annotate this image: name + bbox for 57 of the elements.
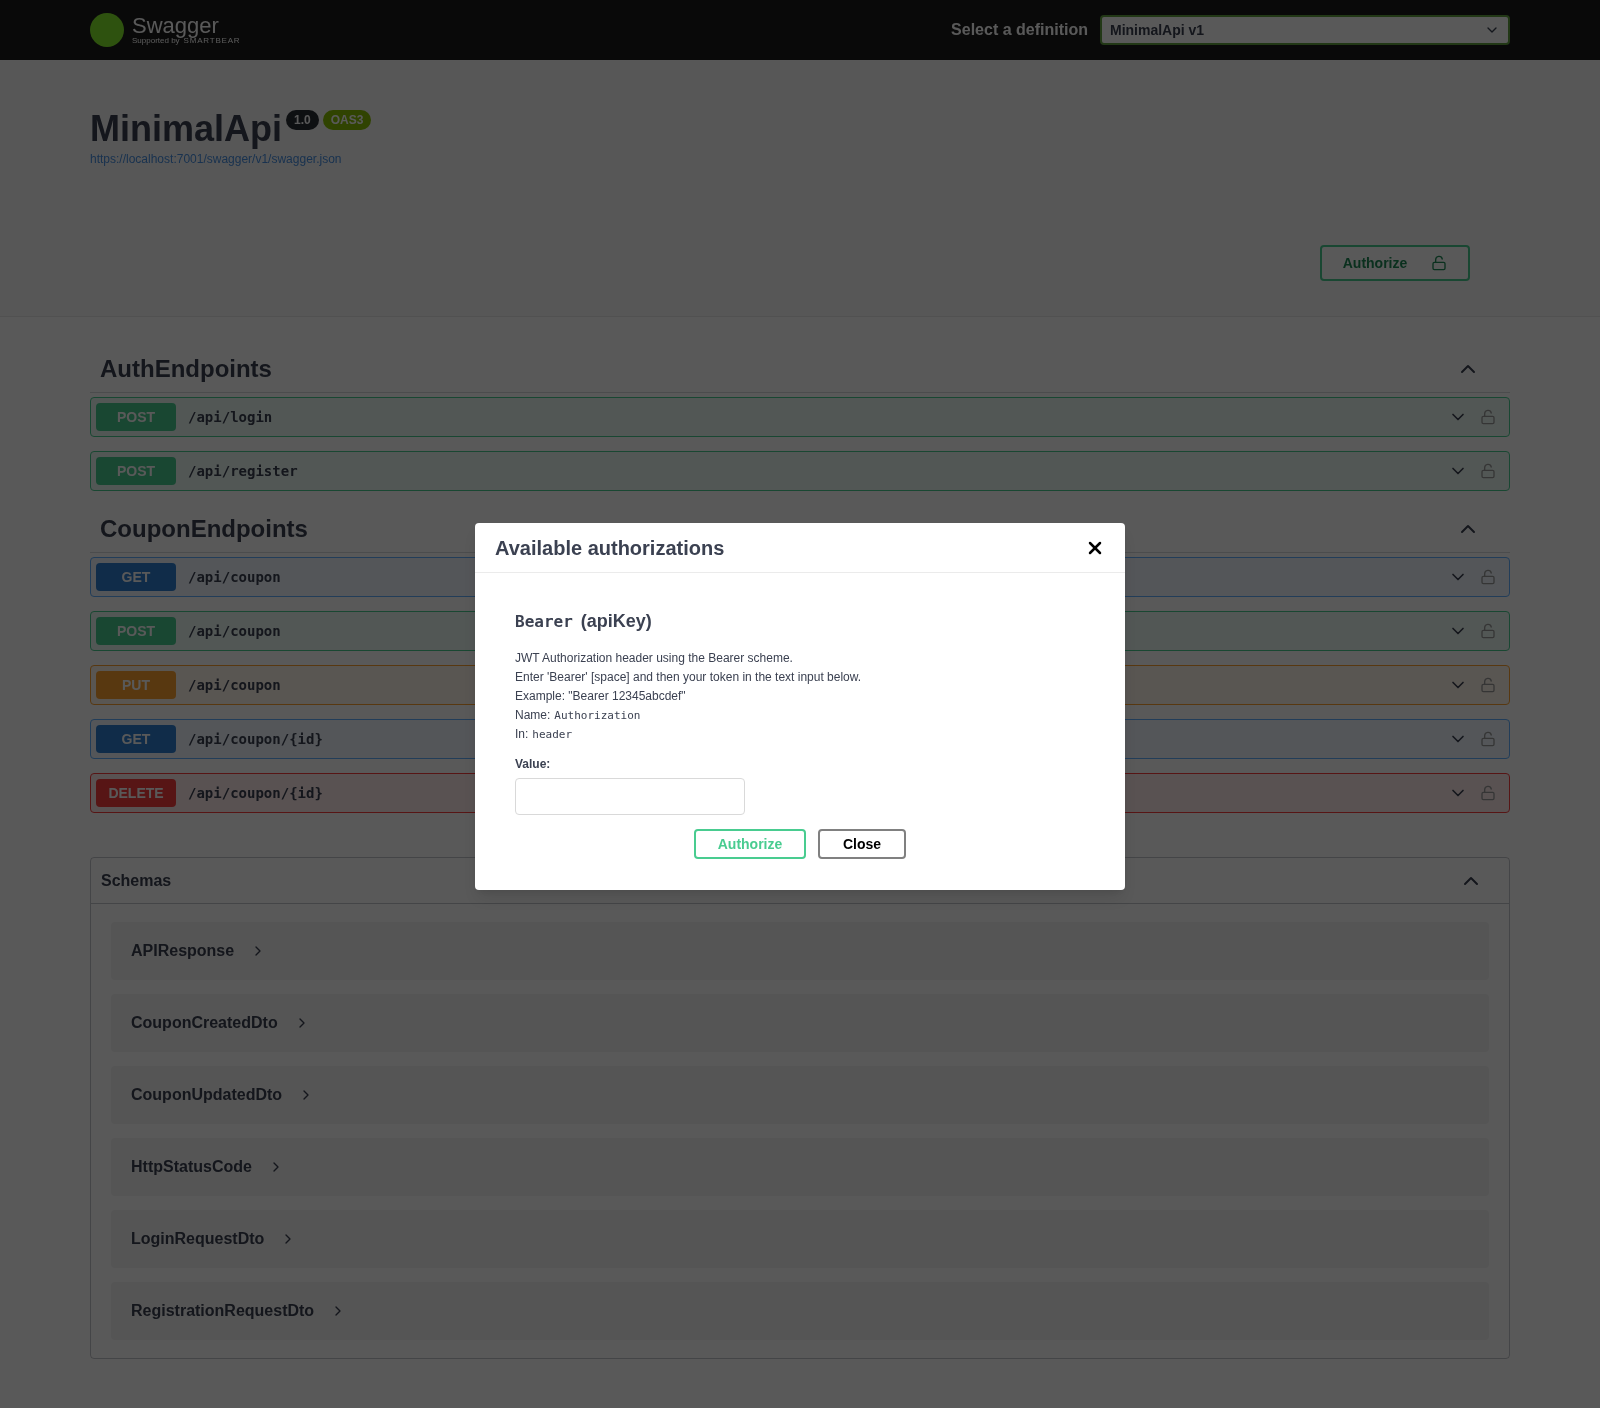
unlocked-icon [1431, 255, 1448, 271]
section-title: AuthEndpoints [100, 353, 272, 384]
method-badge: GET [96, 725, 176, 753]
method-badge: PUT [96, 671, 176, 699]
version-badge: 1.0 [286, 110, 319, 130]
unlocked-icon[interactable] [1480, 409, 1496, 425]
definition-label: Select a definition [951, 20, 1088, 40]
endpoint-path: /api/coupon [188, 621, 281, 641]
definition-select[interactable]: MinimalApi v1 [1100, 15, 1510, 45]
scheme-type: (apiKey) [580, 610, 652, 633]
endpoint-path: /api/coupon/{id} [188, 729, 323, 749]
dialog-authorize-button[interactable]: Authorize [694, 829, 806, 859]
logo-icon [90, 13, 124, 47]
section-header[interactable]: AuthEndpoints [90, 345, 1510, 393]
name-label: Name: [515, 707, 551, 724]
schemas-title: Schemas [101, 870, 172, 891]
schema-name: CouponCreatedDto [131, 1013, 278, 1033]
endpoint-path: /api/coupon [188, 675, 281, 695]
method-badge: DELETE [96, 779, 176, 807]
dialog-close-button[interactable]: Close [818, 829, 906, 859]
unlocked-icon[interactable] [1480, 731, 1496, 747]
spec-link[interactable]: https://localhost:7001/swagger/v1/swagger.json [90, 151, 1510, 167]
logo-supported-text: Supported by [132, 37, 180, 45]
name-value: Authorization [554, 708, 641, 724]
endpoint-path: /api/coupon/{id} [188, 783, 323, 803]
in-label: In: [515, 726, 529, 743]
in-value: header [532, 727, 573, 743]
dialog-title: Available authorizations [495, 535, 725, 561]
endpoint-path: /api/login [188, 407, 273, 427]
method-badge: POST [96, 617, 176, 645]
schema-name: RegistrationRequestDto [131, 1301, 315, 1321]
oas-badge: OAS3 [322, 110, 372, 130]
unlocked-icon[interactable] [1480, 463, 1496, 479]
endpoint-path: /api/coupon [188, 567, 281, 587]
schema-name: APIResponse [131, 941, 235, 961]
value-input-field[interactable] [515, 778, 745, 815]
api-title: MinimalApi [90, 107, 282, 151]
method-badge: POST [96, 457, 176, 485]
method-badge: GET [96, 563, 176, 591]
logo-company-text: SMARTBEAR [183, 37, 241, 45]
description-text: Enter 'Bearer' [space] and then your token in the text input below. [515, 669, 863, 686]
method-badge: POST [96, 403, 176, 431]
endpoint-path: /api/register [188, 461, 298, 481]
schema-name: LoginRequestDto [131, 1229, 265, 1249]
unlocked-icon[interactable] [1480, 785, 1496, 801]
scheme-name: Bearer [515, 611, 573, 633]
value-label: Value: [515, 756, 552, 773]
unlocked-icon[interactable] [1480, 569, 1496, 585]
unlocked-icon[interactable] [1480, 623, 1496, 639]
schema-name: CouponUpdatedDto [131, 1085, 283, 1105]
description-text: Example: "Bearer 12345abcdef" [515, 688, 687, 705]
description-text: JWT Authorization header using the Bearer scheme. [515, 650, 794, 667]
schema-name: HttpStatusCode [131, 1157, 252, 1177]
authorize-button[interactable]: Authorize [1320, 245, 1470, 281]
unlocked-icon[interactable] [1480, 677, 1496, 693]
section-title: CouponEndpoints [100, 513, 308, 544]
logo-text: Swagger [132, 15, 220, 37]
